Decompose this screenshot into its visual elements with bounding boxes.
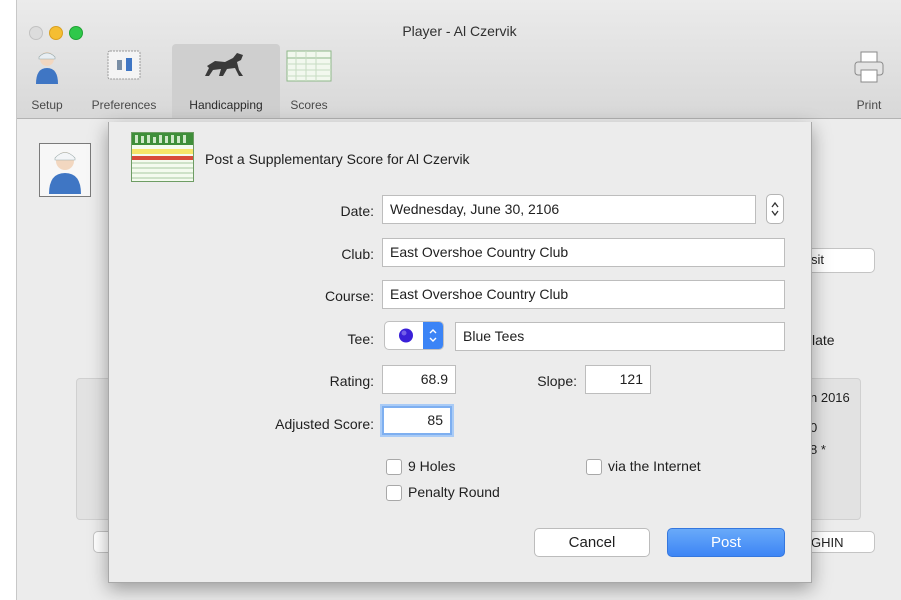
preferences-icon [107, 50, 141, 83]
toolbar-scores[interactable]: Scores [282, 44, 336, 118]
toolbar-print[interactable]: Print [847, 44, 891, 118]
rating-field[interactable]: 68.9 [382, 365, 456, 394]
popup-arrows-icon [423, 322, 443, 349]
date-label: Date: [340, 203, 374, 219]
rating-label: Rating: [329, 373, 374, 389]
via-internet-label: via the Internet [608, 458, 701, 474]
course-label: Course: [324, 288, 374, 304]
toolbar-setup-label: Setup [31, 98, 63, 112]
stepper-arrows-icon [771, 201, 779, 217]
penalty-round-label: Penalty Round [408, 484, 500, 500]
window-title: Player - Al Czervik [402, 23, 517, 39]
date-stepper[interactable] [766, 194, 784, 224]
tee-name-field[interactable]: Blue Tees [455, 322, 785, 351]
penalty-round-checkbox[interactable] [386, 485, 402, 501]
toolbar-handicapping[interactable]: Handicapping [172, 44, 280, 118]
scorecard-icon [286, 50, 332, 85]
slope-label: Slope: [537, 373, 577, 389]
tee-color-popup[interactable] [384, 321, 444, 350]
post-score-sheet: Post a Supplementary Score for Al Czervi… [108, 122, 812, 583]
toolbar-scores-label: Scores [290, 98, 328, 112]
nine-holes-checkbox[interactable] [386, 459, 402, 475]
toolbar-preferences-label: Preferences [91, 98, 157, 112]
scorecard-icon [131, 132, 194, 182]
club-field[interactable]: East Overshoe Country Club [382, 238, 785, 267]
horse-icon [203, 50, 249, 81]
person-icon [49, 152, 81, 194]
tee-color-swatch-icon [399, 328, 413, 343]
sheet-title: Post a Supplementary Score for Al Czervi… [205, 151, 470, 167]
slope-field[interactable]: 121 [585, 365, 651, 394]
printer-icon [853, 50, 885, 87]
panel-text-1: n 2016 [810, 390, 850, 405]
player-avatar [39, 143, 91, 197]
tee-label: Tee: [347, 331, 374, 347]
person-icon [34, 50, 60, 87]
title-bar: Player - Al Czervik Setup Preferences Ha… [17, 0, 901, 119]
toolbar-setup[interactable]: Setup [25, 44, 69, 118]
toolbar-preferences[interactable]: Preferences [71, 44, 177, 118]
adjusted-score-field[interactable]: 85 [382, 406, 452, 435]
toolbar-print-label: Print [856, 98, 882, 112]
via-internet-checkbox[interactable] [586, 459, 602, 475]
cancel-button[interactable]: Cancel [534, 528, 650, 557]
nine-holes-label: 9 Holes [408, 458, 456, 474]
toolbar-handicapping-label: Handicapping [189, 98, 263, 112]
club-label: Club: [341, 246, 374, 262]
adjusted-score-label: Adjusted Score: [275, 416, 374, 432]
post-button[interactable]: Post [667, 528, 785, 557]
late-label: late [812, 332, 835, 348]
panel-text-3: 8 * [810, 442, 826, 457]
date-field[interactable]: Wednesday, June 30, 2106 [382, 195, 756, 224]
course-field[interactable]: East Overshoe Country Club [382, 280, 785, 309]
